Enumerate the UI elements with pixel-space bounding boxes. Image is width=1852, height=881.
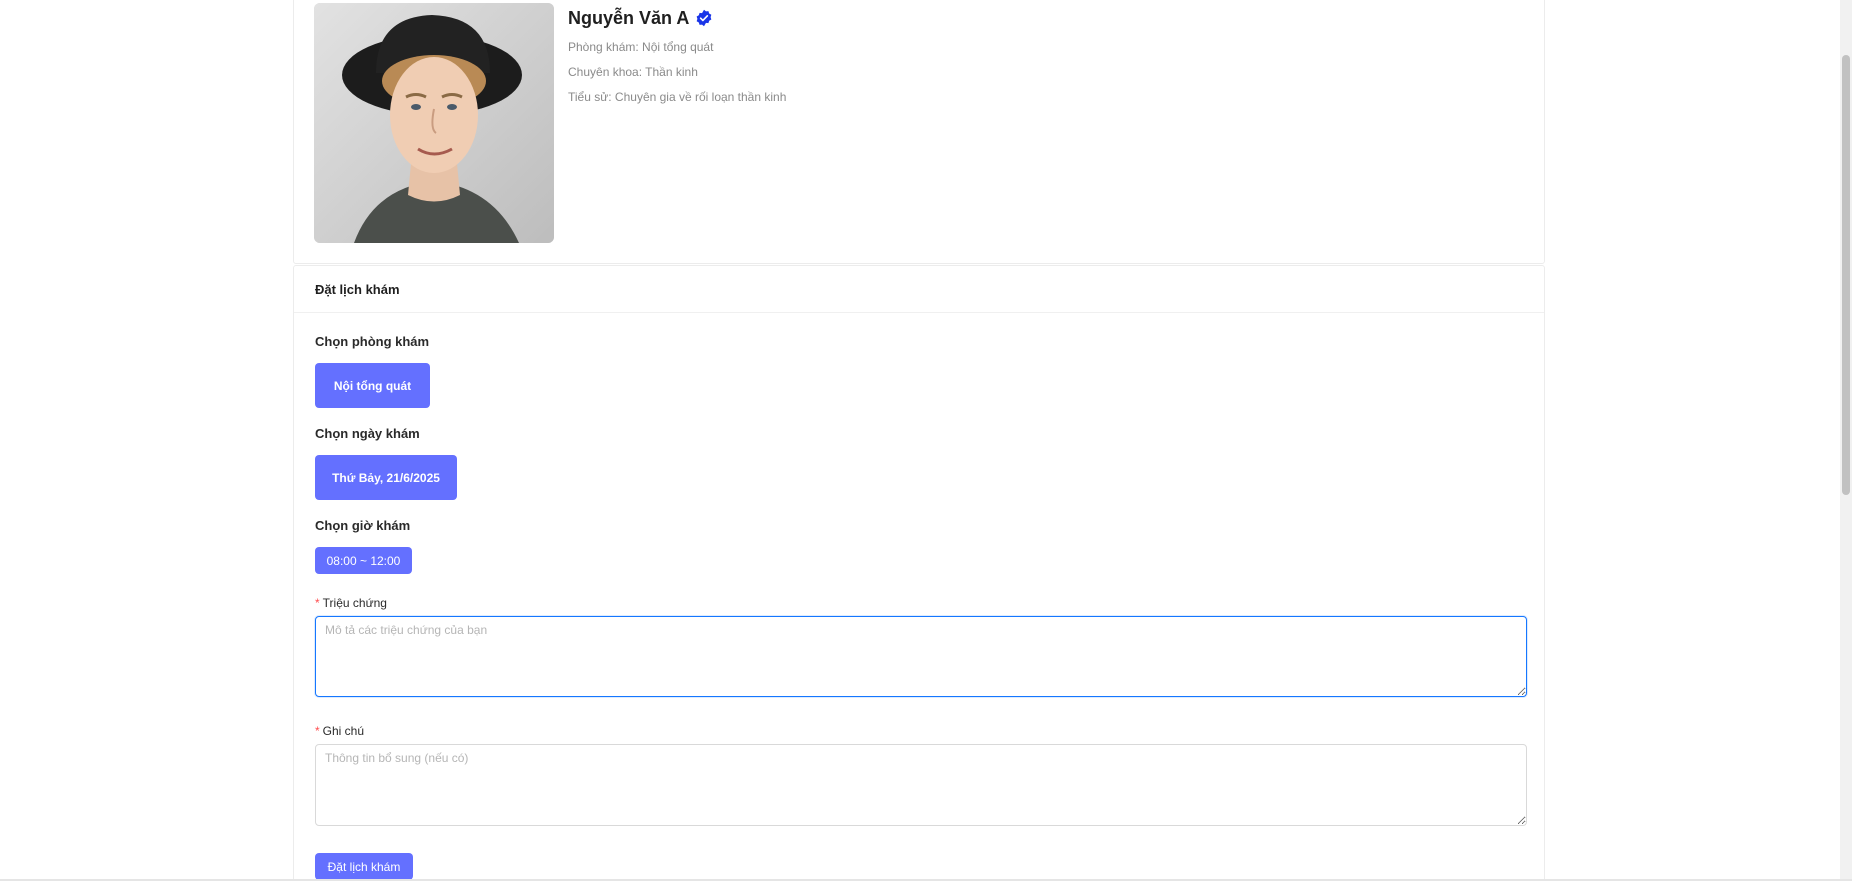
time-section-label: Chọn giờ khám bbox=[315, 518, 411, 533]
doctor-photo bbox=[314, 3, 554, 243]
doctor-info: Nguyễn Văn A Phòng khám: Nội tổng quát C… bbox=[568, 5, 786, 106]
notes-label: * Ghi chú bbox=[315, 724, 364, 738]
doctor-profile-card: Nguyễn Văn A Phòng khám: Nội tổng quát C… bbox=[293, 0, 1545, 264]
date-section-label: Chọn ngày khám bbox=[315, 426, 420, 441]
booking-card: Đặt lịch khám Chọn phòng khám Nội tổng q… bbox=[293, 265, 1545, 881]
scrollbar-thumb[interactable] bbox=[1842, 55, 1850, 495]
doctor-specialty: Chuyên khoa: Thần kinh bbox=[568, 65, 698, 79]
submit-booking-button[interactable]: Đặt lịch khám bbox=[315, 853, 413, 880]
verified-check-icon bbox=[695, 9, 713, 27]
page: Nguyễn Văn A Phòng khám: Nội tổng quát C… bbox=[0, 0, 1852, 881]
doctor-name: Nguyễn Văn A bbox=[568, 7, 690, 28]
symptoms-label-text: Triệu chứng bbox=[322, 596, 387, 610]
date-option-button[interactable]: Thứ Bảy, 21/6/2025 bbox=[315, 455, 457, 500]
symptoms-textarea[interactable] bbox=[315, 616, 1527, 697]
clinic-section-label: Chọn phòng khám bbox=[315, 334, 430, 349]
required-mark: * bbox=[315, 596, 320, 610]
notes-textarea[interactable] bbox=[315, 744, 1527, 826]
time-option-button[interactable]: 08:00 ~ 12:00 bbox=[315, 547, 412, 574]
doctor-clinic: Phòng khám: Nội tổng quát bbox=[568, 40, 714, 54]
booking-header: Đặt lịch khám bbox=[294, 266, 1544, 313]
page-scrollbar[interactable] bbox=[1840, 0, 1852, 881]
symptoms-label: * Triệu chứng bbox=[315, 596, 387, 610]
clinic-option-button[interactable]: Nội tổng quát bbox=[315, 363, 430, 408]
doctor-name-row: Nguyễn Văn A bbox=[568, 5, 786, 31]
notes-label-text: Ghi chú bbox=[322, 724, 365, 738]
doctor-bio: Tiểu sử: Chuyên gia về rối loạn thần kin… bbox=[568, 90, 787, 104]
required-mark: * bbox=[315, 724, 320, 738]
